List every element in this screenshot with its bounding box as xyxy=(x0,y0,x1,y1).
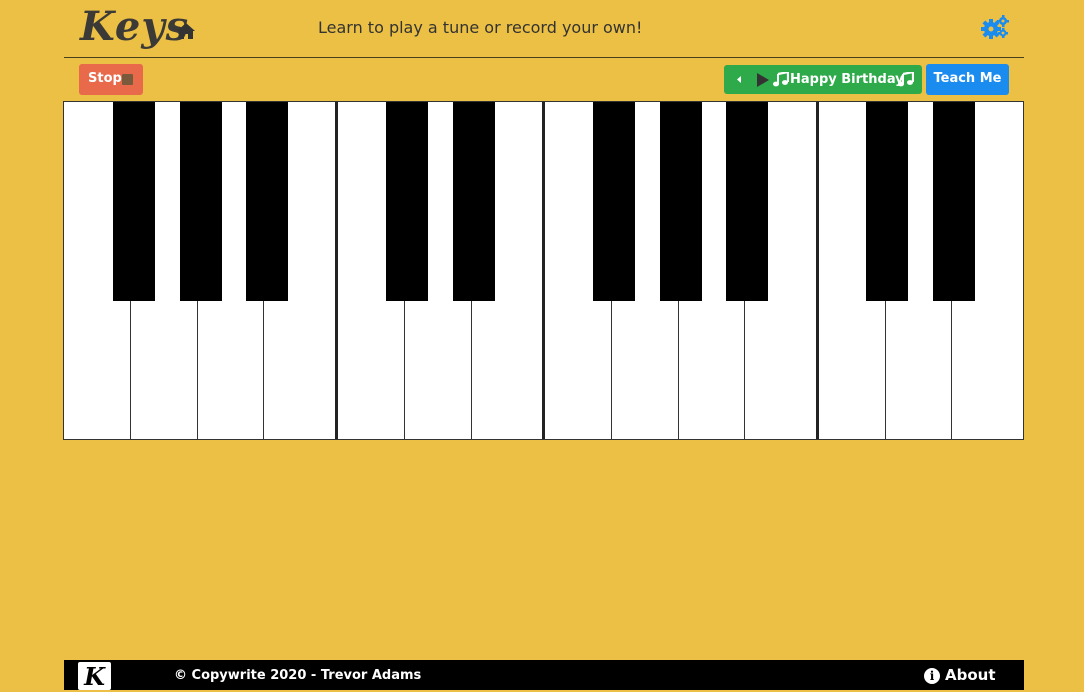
app-logo[interactable]: Keys xyxy=(80,2,189,52)
stop-button[interactable]: Stop xyxy=(79,64,143,95)
song-title: Happy Birthday xyxy=(790,72,904,87)
info-icon: i xyxy=(924,668,940,684)
music-note-icon xyxy=(898,72,914,87)
black-key[interactable] xyxy=(593,102,635,301)
stop-icon xyxy=(122,74,133,85)
black-key[interactable] xyxy=(113,102,155,301)
black-key[interactable] xyxy=(660,102,702,301)
teach-me-button[interactable]: Teach Me xyxy=(926,64,1009,95)
tagline: Learn to play a tune or record your own! xyxy=(318,18,643,37)
black-key[interactable] xyxy=(933,102,975,301)
footer-logo: K xyxy=(78,662,111,691)
header: Keys Learn to play a tune or record your… xyxy=(64,0,1024,58)
copyright-text: © Copywrite 2020 - Trevor Adams xyxy=(174,668,422,683)
about-label: About xyxy=(945,666,996,684)
piano-keyboard xyxy=(63,101,1024,440)
black-key[interactable] xyxy=(180,102,222,301)
about-link[interactable]: i About xyxy=(924,666,996,684)
stop-label: Stop xyxy=(88,71,122,86)
black-key[interactable] xyxy=(453,102,495,301)
caret-left-icon[interactable] xyxy=(734,65,744,94)
black-key[interactable] xyxy=(726,102,768,301)
black-key[interactable] xyxy=(386,102,428,301)
black-key[interactable] xyxy=(246,102,288,301)
gears-icon[interactable] xyxy=(980,14,1010,40)
play-icon[interactable] xyxy=(757,73,769,87)
black-key[interactable] xyxy=(866,102,908,301)
song-selector[interactable]: Happy Birthday xyxy=(724,65,922,94)
music-note-icon xyxy=(773,72,789,87)
footer: K © Copywrite 2020 - Trevor Adams i About xyxy=(64,660,1024,691)
home-icon[interactable] xyxy=(176,22,196,40)
